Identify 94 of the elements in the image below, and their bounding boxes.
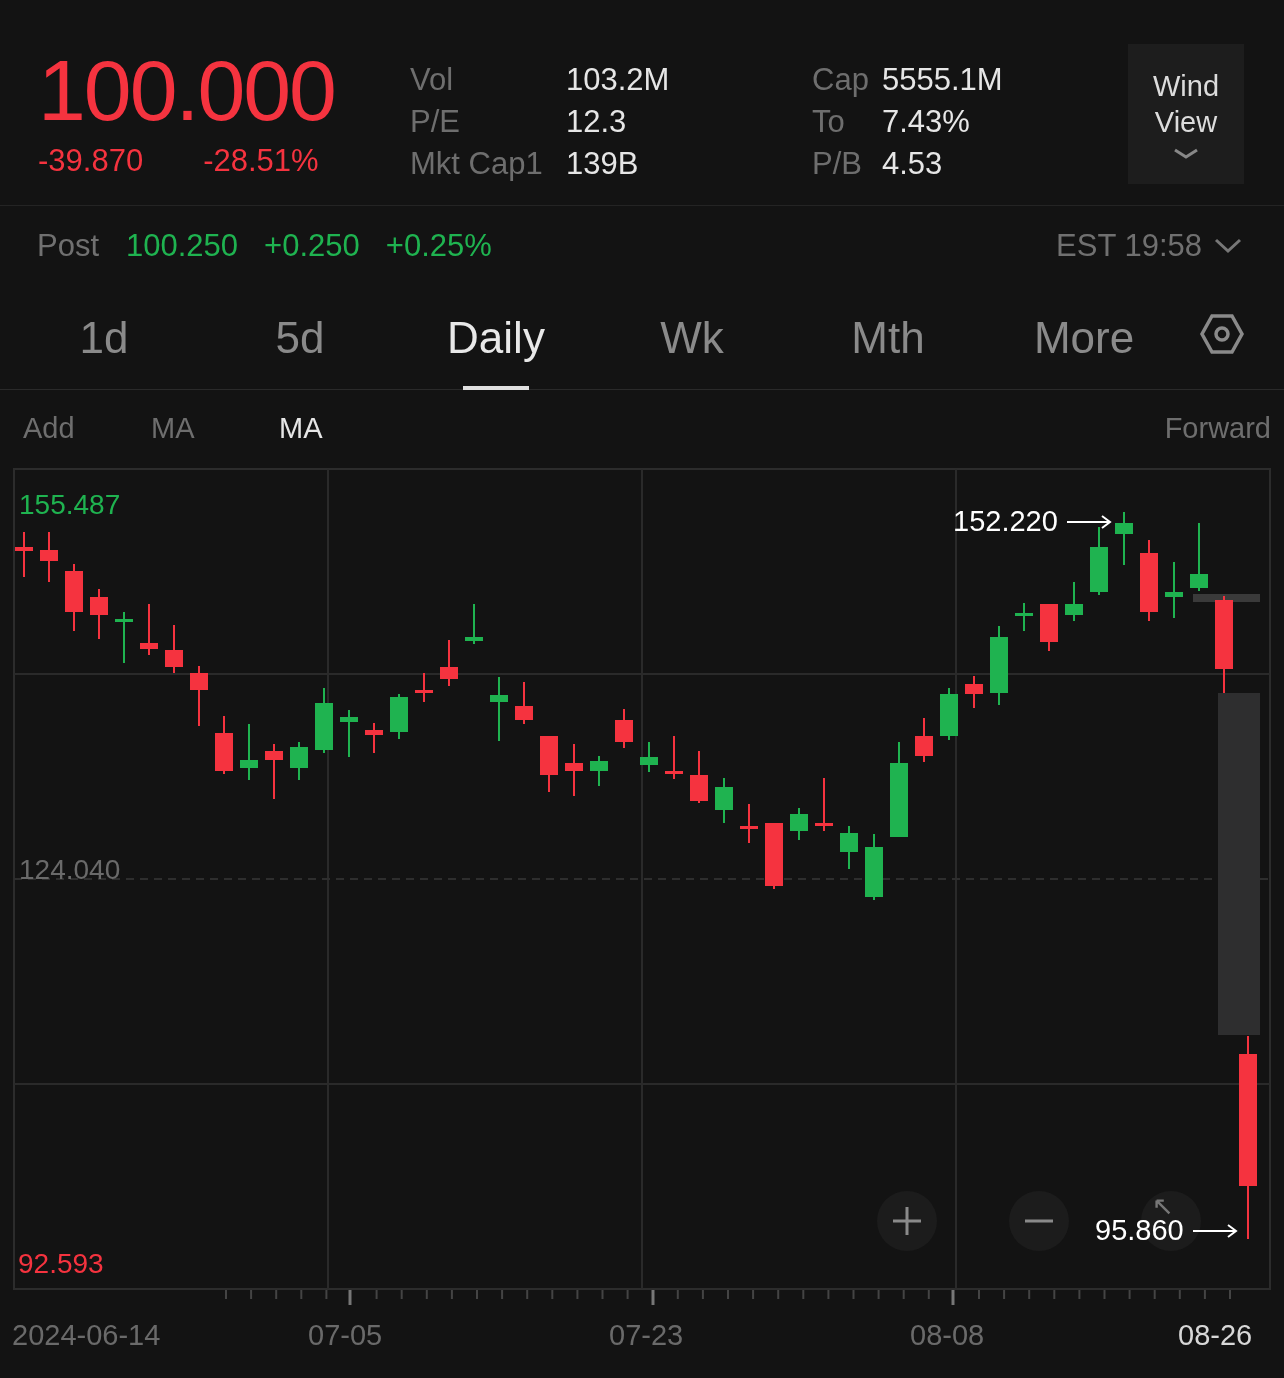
- adjust-button[interactable]: Forward: [1164, 407, 1271, 451]
- plus-icon: [891, 1205, 923, 1237]
- candlestick: [715, 777, 733, 824]
- candlestick: [915, 717, 933, 763]
- view-button[interactable]: Wind View: [1128, 44, 1244, 184]
- candlestick: [1165, 561, 1183, 619]
- axis-high-label: 155.487: [19, 488, 121, 522]
- candlestick: [690, 750, 708, 804]
- post-label: Post: [37, 226, 100, 265]
- candlestick: [765, 822, 783, 890]
- candlestick: [1065, 581, 1083, 622]
- stat-value: 7.43%: [882, 103, 971, 141]
- candlestick: [165, 624, 183, 674]
- candlestick: [65, 563, 83, 632]
- axis-mid-label: 124.040: [19, 853, 121, 887]
- min-price-label: 95.860: [1095, 1216, 1184, 1245]
- candlestick: [1090, 526, 1108, 596]
- candlestick: [15, 531, 33, 578]
- candlestick: [1015, 602, 1033, 632]
- candlestick: [1040, 603, 1058, 652]
- candlestick: [290, 741, 308, 781]
- candlestick: [615, 708, 633, 749]
- candlestick: [365, 722, 383, 754]
- candlestick: [340, 709, 358, 758]
- candlestick: [215, 715, 233, 775]
- candlestick: [815, 777, 833, 832]
- candlestick: [440, 639, 458, 687]
- period-tab[interactable]: Wk: [594, 286, 790, 389]
- indicator-tab[interactable]: Add: [23, 407, 151, 451]
- candlestick: [265, 743, 283, 800]
- date-label: 07-05: [308, 1318, 383, 1353]
- candlestick: [515, 681, 533, 725]
- candlestick: [790, 807, 808, 841]
- expand-arrow-icon: [1155, 1199, 1171, 1215]
- period-tab[interactable]: Daily: [398, 286, 594, 389]
- candlestick: [40, 531, 58, 583]
- candlestick: [490, 676, 508, 742]
- settings-icon[interactable]: [1200, 312, 1244, 355]
- candlestick: [115, 611, 133, 664]
- indicator-tab[interactable]: MA: [151, 407, 279, 451]
- stat-value: 5555.1M: [882, 61, 1004, 99]
- candlestick: [465, 603, 483, 645]
- stat-label: P/B: [812, 145, 863, 183]
- time-dropdown[interactable]: EST 19:58: [1056, 222, 1242, 270]
- stat-label: Cap: [812, 61, 870, 99]
- period-tab[interactable]: 5d: [202, 286, 398, 389]
- candlestick: [740, 803, 758, 844]
- stat-value: 139B: [566, 145, 640, 183]
- indicator-tab[interactable]: MA: [279, 407, 407, 451]
- candlestick: [390, 693, 408, 740]
- candlestick: [865, 833, 883, 901]
- candlestick: [590, 755, 608, 787]
- period-tab[interactable]: 1d: [6, 286, 202, 389]
- date-label: 07-23: [609, 1318, 684, 1353]
- minus-icon: [1023, 1219, 1055, 1223]
- candlestick: [665, 735, 683, 780]
- price-change: -39.870: [38, 142, 144, 180]
- chevron-down-icon: [1214, 238, 1242, 254]
- stat-label: To: [812, 103, 846, 141]
- candlestick: [140, 603, 158, 656]
- candlestick: [840, 825, 858, 870]
- percent-change: -28.51%: [203, 142, 319, 180]
- stat-value: 103.2M: [566, 61, 671, 99]
- post-price: 100.250: [126, 226, 239, 265]
- candlestick: [415, 672, 433, 703]
- date-label: 08-08: [910, 1318, 985, 1353]
- last-price: 100.000: [38, 44, 335, 136]
- arrow-icon: [1191, 1223, 1238, 1238]
- stat-value: 4.53: [882, 145, 944, 183]
- candlestick: [965, 675, 983, 709]
- date-label: 2024-06-14: [12, 1318, 161, 1353]
- period-tab[interactable]: More: [986, 286, 1182, 389]
- stat-label: P/E: [410, 103, 461, 141]
- stat-label: Mkt Cap1: [410, 145, 544, 183]
- chevron-down-icon: [1173, 148, 1199, 160]
- candlestick: [240, 723, 258, 781]
- candlestick: [640, 741, 658, 773]
- axis-low-label: 92.593: [18, 1247, 104, 1281]
- candlestick: [540, 735, 558, 793]
- candlestick: [1190, 522, 1208, 592]
- candlestick: [565, 743, 583, 797]
- candlestick: [1115, 511, 1133, 566]
- arrow-icon: [1065, 514, 1112, 529]
- candlestick: [315, 687, 333, 754]
- period-tab[interactable]: Mth: [790, 286, 986, 389]
- post-percent-change: +0.25%: [385, 226, 492, 265]
- date-label: 08-26: [1178, 1318, 1253, 1353]
- stat-value: 12.3: [566, 103, 628, 141]
- max-price-label: 152.220: [953, 504, 1058, 539]
- candlestick: [940, 687, 958, 741]
- candlestick: [90, 588, 108, 640]
- post-change: +0.250: [264, 226, 360, 265]
- candlestick: [190, 665, 208, 727]
- stat-label: Vol: [410, 61, 455, 99]
